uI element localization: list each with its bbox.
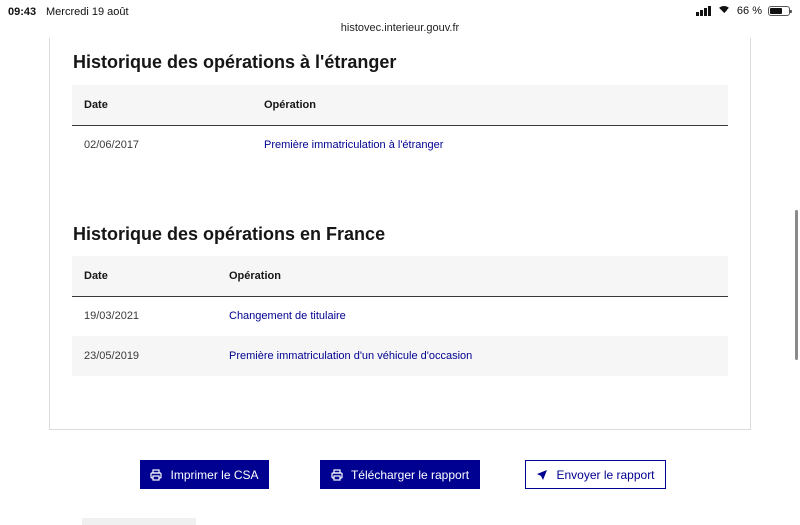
battery-icon [768,6,792,16]
battery-fill [770,8,782,14]
status-indicators: 66 % [695,5,792,17]
table-row: 02/06/2017 Première immatriculation à l'… [72,125,728,165]
url-bar[interactable]: histovec.interieur.gouv.fr [0,22,800,38]
printer-icon [150,468,163,481]
column-header-operation: Opération [252,85,728,126]
download-report-button[interactable]: Télécharger le rapport [320,460,480,489]
operation-link[interactable]: Première immatriculation d'un véhicule d… [229,350,472,362]
url-text: histovec.interieur.gouv.fr [340,22,460,34]
section-title-france: Historique des opérations en France [73,224,386,244]
row-date: 02/06/2017 [84,139,140,152]
section-title-foreign: Historique des opérations à l'étranger [73,52,397,72]
download-report-label: Télécharger le rapport [350,467,470,482]
column-header-date: Date [72,85,252,126]
send-icon [537,469,548,480]
cellular-signal-icon [695,6,711,16]
print-csa-button[interactable]: Imprimer le CSA [140,460,269,489]
table-row: 23/05/2019 Première immatriculation d'un… [72,336,728,376]
france-operations-table: Date Opération 19/03/2021 Changement de … [72,256,728,376]
table-header-row: Date Opération [72,256,728,297]
row-date: 23/05/2019 [72,336,217,376]
battery-percent: 66 % [736,5,762,17]
wifi-icon [716,6,731,16]
operation-link[interactable]: Changement de titulaire [229,310,346,322]
column-header-date: Date [72,256,217,297]
operation-link[interactable]: Première immatriculation à l'étranger [264,139,443,151]
column-header-operation: Opération [217,256,728,297]
send-report-button[interactable]: Envoyer le rapport [525,460,666,489]
report-actions: Imprimer le CSA Télécharger le rapport E… [0,460,800,490]
footer-block [82,518,196,525]
scrollbar[interactable] [795,210,798,360]
table-header-row: Date Opération [72,85,728,126]
printer-icon [331,468,343,481]
status-date: Mercredi 19 août [46,6,129,18]
status-bar: 09:43 Mercredi 19 août 66 % [0,0,800,22]
print-csa-label: Imprimer le CSA [170,467,259,482]
row-date: 19/03/2021 [84,310,140,323]
send-report-label: Envoyer le rapport [556,467,655,482]
table-row: 19/03/2021 Changement de titulaire [72,296,728,336]
foreign-operations-table: Date Opération 02/06/2017 Première immat… [72,85,728,165]
status-time: 09:43 [8,6,37,18]
